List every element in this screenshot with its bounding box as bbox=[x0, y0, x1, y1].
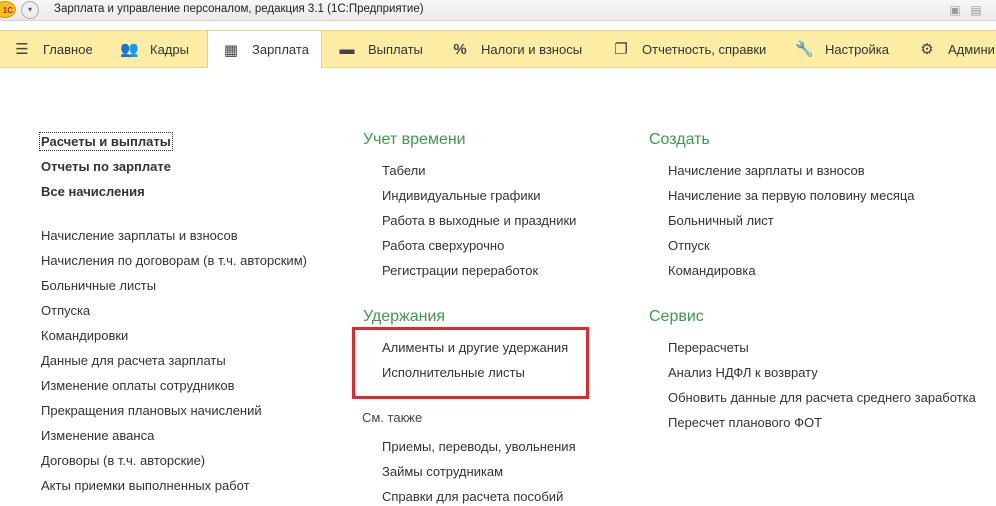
link-create-salary-accrual[interactable]: Начисление зарплаты и взносов bbox=[668, 163, 865, 178]
section-admin[interactable]: ⚙ Админи bbox=[918, 31, 995, 67]
section-salary-label: Зарплата bbox=[252, 42, 309, 57]
link-vacations[interactable]: Отпуска bbox=[41, 303, 90, 318]
group-heading-service: Сервис bbox=[649, 308, 704, 325]
percent-icon: % bbox=[453, 40, 467, 58]
section-settings[interactable]: 🔧 Настройка bbox=[795, 31, 889, 67]
main-menu-button[interactable]: ▾ bbox=[21, 1, 39, 19]
section-taxes-label: Налоги и взносы bbox=[481, 41, 583, 57]
group-heading-deductions: Удержания bbox=[363, 308, 446, 325]
hamburger-icon: ☰ bbox=[15, 41, 29, 58]
link-accrual-salary[interactable]: Начисление зарплаты и взносов bbox=[41, 228, 238, 243]
link-overtime-work[interactable]: Работа сверхурочно bbox=[382, 238, 504, 253]
sections-panel: ☰ Главное 👥 Кадры ▦ Зарплата ▬ Выплаты %… bbox=[0, 30, 996, 68]
calculator-icon: ▦ bbox=[223, 41, 239, 59]
link-ndfl-refund-analysis[interactable]: Анализ НДФЛ к возврату bbox=[668, 365, 818, 380]
link-create-vacation[interactable]: Отпуск bbox=[668, 238, 710, 253]
link-timesheets[interactable]: Табели bbox=[382, 163, 426, 178]
highlight-box bbox=[352, 327, 589, 399]
link-individual-schedules[interactable]: Индивидуальные графики bbox=[382, 188, 541, 203]
section-payments[interactable]: ▬ Выплаты bbox=[338, 31, 423, 67]
section-hr[interactable]: 👥 Кадры bbox=[120, 31, 189, 67]
link-overtime-registrations[interactable]: Регистрации переработок bbox=[382, 263, 538, 278]
group-heading-create: Создать bbox=[649, 131, 710, 148]
people-icon: 👥 bbox=[120, 41, 139, 58]
link-all-accruals[interactable]: Все начисления bbox=[41, 184, 145, 199]
section-reports-label: Отчетность, справки bbox=[642, 41, 767, 57]
section-salary[interactable]: ▦ Зарплата bbox=[207, 31, 322, 68]
window-title: Зарплата и управление персоналом, редакц… bbox=[54, 3, 424, 15]
section-main-label: Главное bbox=[43, 41, 93, 57]
section-reports[interactable]: ❐ Отчетность, справки bbox=[612, 31, 766, 67]
link-holiday-work[interactable]: Работа в выходные и праздники bbox=[382, 213, 576, 228]
link-employee-loans[interactable]: Займы сотрудникам bbox=[382, 464, 503, 479]
wallet-icon: ▬ bbox=[339, 40, 355, 58]
save-icon[interactable]: ▣ bbox=[947, 2, 963, 18]
link-contracts[interactable]: Договоры (в т.ч. авторские) bbox=[41, 453, 205, 468]
link-recalculations[interactable]: Перерасчеты bbox=[668, 340, 749, 355]
link-stop-accruals[interactable]: Прекращения плановых начислений bbox=[41, 403, 262, 418]
link-benefit-certificates[interactable]: Справки для расчета пособий bbox=[382, 489, 563, 504]
link-pay-change[interactable]: Изменение оплаты сотрудников bbox=[41, 378, 235, 393]
window-control-icon[interactable]: ▤ bbox=[968, 2, 984, 18]
section-taxes[interactable]: % Налоги и взносы bbox=[451, 31, 582, 67]
link-payroll-reports[interactable]: Отчеты по зарплате bbox=[41, 159, 171, 174]
link-payroll-payments[interactable]: Расчеты и выплаты bbox=[39, 132, 173, 151]
wrench-icon: 🔧 bbox=[795, 41, 814, 58]
link-accruals-contracts[interactable]: Начисления по договорам (в т.ч. авторски… bbox=[41, 253, 307, 268]
documents-icon: ❐ bbox=[614, 41, 628, 58]
link-business-trips[interactable]: Командировки bbox=[41, 328, 128, 343]
link-acceptance-acts[interactable]: Акты приемки выполненных работ bbox=[41, 478, 250, 493]
link-salary-data[interactable]: Данные для расчета зарплаты bbox=[41, 353, 226, 368]
link-advance-change[interactable]: Изменение аванса bbox=[41, 428, 154, 443]
title-bar: 1С ▾ Зарплата и управление персоналом, р… bbox=[0, 0, 996, 21]
link-sick-leaves[interactable]: Больничные листы bbox=[41, 278, 156, 293]
link-create-sick-leave[interactable]: Больничный лист bbox=[668, 213, 774, 228]
link-hiring-transfers[interactable]: Приемы, переводы, увольнения bbox=[382, 439, 576, 454]
link-update-average-earnings[interactable]: Обновить данные для расчета среднего зар… bbox=[668, 390, 976, 405]
section-admin-label: Админи bbox=[948, 41, 995, 57]
section-payments-label: Выплаты bbox=[368, 41, 423, 57]
section-settings-label: Настройка bbox=[825, 41, 889, 57]
section-hr-label: Кадры bbox=[150, 41, 189, 57]
gear-icon: ⚙ bbox=[920, 41, 934, 58]
group-heading-see-also: См. также bbox=[362, 410, 423, 425]
app-logo-icon: 1С bbox=[0, 1, 16, 18]
link-recalc-planned-payroll[interactable]: Пересчет планового ФОТ bbox=[668, 415, 822, 430]
link-create-first-half-accrual[interactable]: Начисление за первую половину месяца bbox=[668, 188, 915, 203]
group-heading-time: Учет времени bbox=[363, 131, 466, 148]
link-create-business-trip[interactable]: Командировка bbox=[668, 263, 756, 278]
